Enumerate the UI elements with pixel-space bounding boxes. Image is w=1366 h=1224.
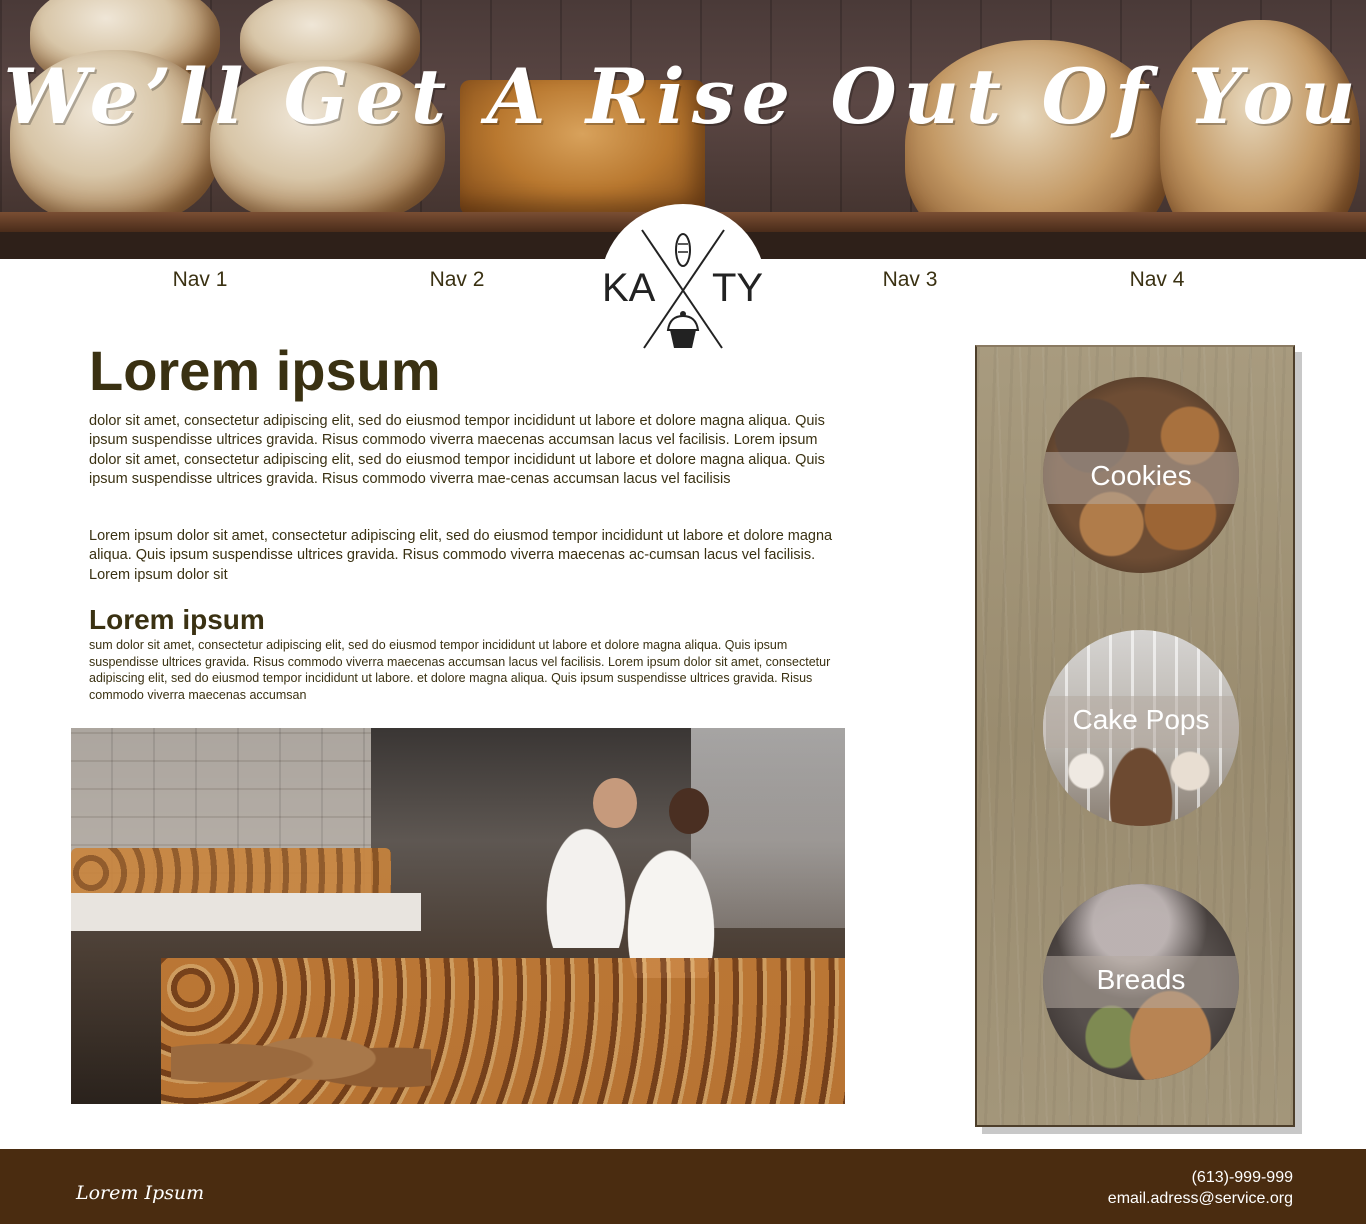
nav-item-3[interactable]: Nav 3 [840,268,980,292]
bakery-photo [71,728,845,1104]
category-sidebar: Cookies Cake Pops Breads [975,345,1295,1127]
logo-text-right: TY [712,266,764,310]
footer-brand: Lorem Ipsum [76,1182,205,1204]
logo[interactable]: KA TY [600,204,766,354]
photo-counter [71,893,421,931]
section-paragraph: sum dolor sit amet, consectetur adipisci… [89,638,831,702]
category-label: Cookies [1043,452,1239,504]
photo-pastries [71,848,391,898]
nav-item-4[interactable]: Nav 4 [1087,268,1227,292]
category-label: Cake Pops [1043,696,1239,748]
category-label: Breads [1043,956,1239,1008]
category-breads[interactable]: Breads [1043,884,1239,1080]
footer-contact: (613)-999-999 email.adress@service.org [1020,1167,1293,1209]
logo-text-left: KA [602,266,656,310]
footer-email[interactable]: email.adress@service.org [1020,1188,1293,1209]
footer-phone[interactable]: (613)-999-999 [1020,1167,1293,1188]
nav-item-2[interactable]: Nav 2 [387,268,527,292]
photo-baker-head [669,788,709,834]
photo-baker [616,828,726,978]
category-cookies[interactable]: Cookies [1043,377,1239,573]
section-heading: Lorem ipsum [89,604,265,635]
intro-paragraph: dolor sit amet, consectetur adipiscing e… [89,413,825,487]
page-title: Lorem ipsum [89,339,441,402]
hero-title: We’ll Get A Rise Out Of You [3,52,1363,141]
second-paragraph: Lorem ipsum dolor sit amet, consectetur … [89,528,833,583]
photo-loaves [171,1018,431,1104]
nav-item-1[interactable]: Nav 1 [130,268,270,292]
category-cake-pops[interactable]: Cake Pops [1043,630,1239,826]
photo-baker-head [593,778,637,828]
